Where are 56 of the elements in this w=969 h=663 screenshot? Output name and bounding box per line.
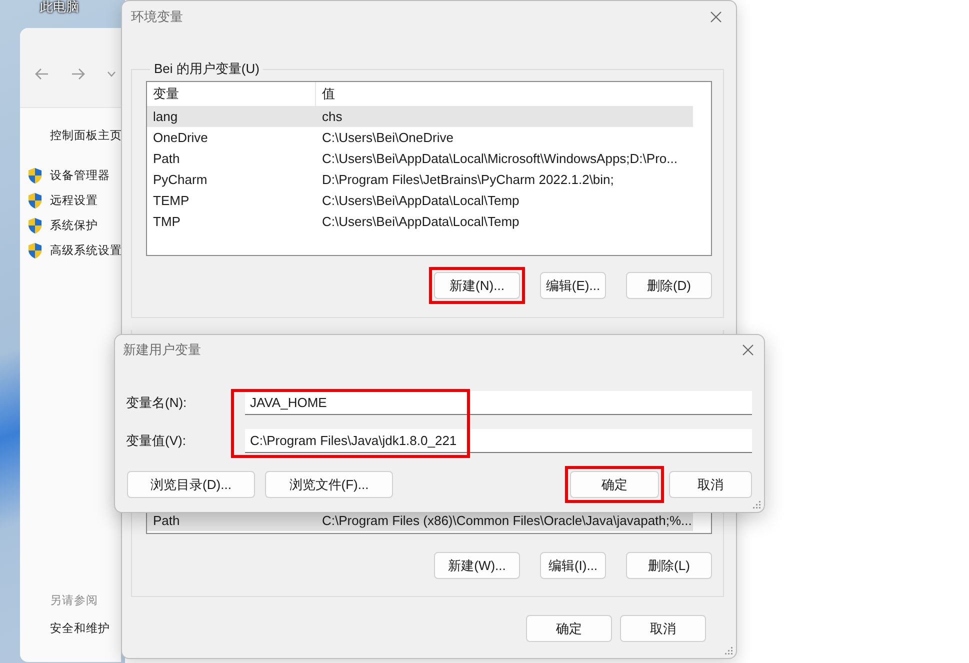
variable-name: OneDrive	[152, 130, 209, 145]
column-header[interactable]: 值	[316, 82, 335, 106]
button[interactable]: 删除(L)	[626, 552, 712, 579]
variable-value: C:\Users\Bei\AppData\Local\Temp	[322, 193, 520, 208]
close-icon	[742, 344, 754, 356]
variable-value: C:\Users\Bei\AppData\Local\Temp	[322, 214, 520, 229]
shield-icon	[27, 242, 43, 259]
list-row[interactable]: PyCharm D:\Program Files\JetBrains\PyCharm 2022.1.2\bin;	[147, 169, 693, 190]
button[interactable]: 取消	[620, 615, 706, 642]
variable-name: Path	[152, 513, 181, 528]
field-label: 变量名(N):	[126, 394, 188, 412]
forward-arrow-icon	[71, 68, 85, 80]
see-also-heading: 另请参阅	[50, 594, 98, 609]
button[interactable]: 删除(D)	[626, 272, 712, 299]
variable-name: lang	[152, 109, 179, 124]
variable-value: chs	[322, 109, 342, 124]
button[interactable]: 浏览目录(D)...	[127, 471, 255, 498]
button[interactable]: 取消	[669, 471, 752, 498]
variable-name: PyCharm	[152, 172, 208, 187]
button[interactable]: 浏览文件(F)...	[265, 471, 393, 498]
button[interactable]: 新建(N)...	[434, 272, 520, 299]
variable-value: C:\Users\Bei\AppData\Local\Microsoft\WindowsApps;D:\Pro...	[322, 151, 678, 166]
variable-value: C:\Users\Bei\OneDrive	[322, 130, 454, 145]
list-row[interactable]: Path C:\Users\Bei\AppData\Local\Microsoft\WindowsApps;D:\Pro...	[147, 148, 693, 169]
dialog-title: 新建用户变量	[123, 341, 201, 359]
variable-name: Path	[152, 151, 181, 166]
shield-icon	[27, 192, 43, 209]
chevron-down-icon	[107, 70, 116, 76]
variable-value: C:\Program Files (x86)\Common Files\Oracle\Java\javapath;%...	[322, 513, 692, 528]
sidebar-link[interactable]: 远程设置	[27, 188, 98, 213]
field-label: 变量值(V):	[126, 432, 187, 450]
window-title: 环境变量	[131, 8, 183, 26]
list-row[interactable]: OneDrive C:\Users\Bei\OneDrive	[147, 127, 693, 148]
close-icon	[710, 11, 722, 23]
shield-icon	[27, 217, 43, 234]
see-also-link[interactable]: 安全和维护	[50, 617, 110, 642]
button[interactable]: 新建(W)...	[434, 552, 520, 579]
back-arrow-icon	[35, 68, 49, 80]
variable-value: D:\Program Files\JetBrains\PyCharm 2022.1.2\bin;	[322, 172, 614, 187]
variable-name: TMP	[152, 214, 182, 229]
button[interactable]: 编辑(E)...	[540, 272, 606, 299]
button[interactable]: 编辑(I)...	[540, 552, 606, 579]
resize-grip-icon	[753, 501, 761, 509]
sidebar-link[interactable]: 设备管理器	[27, 163, 110, 188]
list-row[interactable]: TEMP C:\Users\Bei\AppData\Local\Temp	[147, 190, 693, 211]
shield-icon	[27, 167, 43, 184]
list-row[interactable]: lang chs	[147, 106, 693, 127]
list-row[interactable]: TMP C:\Users\Bei\AppData\Local\Temp	[147, 211, 693, 232]
sidebar-link[interactable]: 系统保护	[27, 213, 98, 238]
input-field[interactable]: C:\Program Files\Java\jdk1.8.0_221	[245, 429, 752, 453]
input-field[interactable]: JAVA_HOME	[245, 391, 752, 415]
button[interactable]: 确定	[526, 615, 612, 642]
variable-name: TEMP	[152, 193, 190, 208]
resize-grip-icon	[725, 647, 733, 655]
button[interactable]: 确定	[570, 471, 659, 498]
group-title: Bei 的用户变量(U)	[153, 60, 260, 78]
